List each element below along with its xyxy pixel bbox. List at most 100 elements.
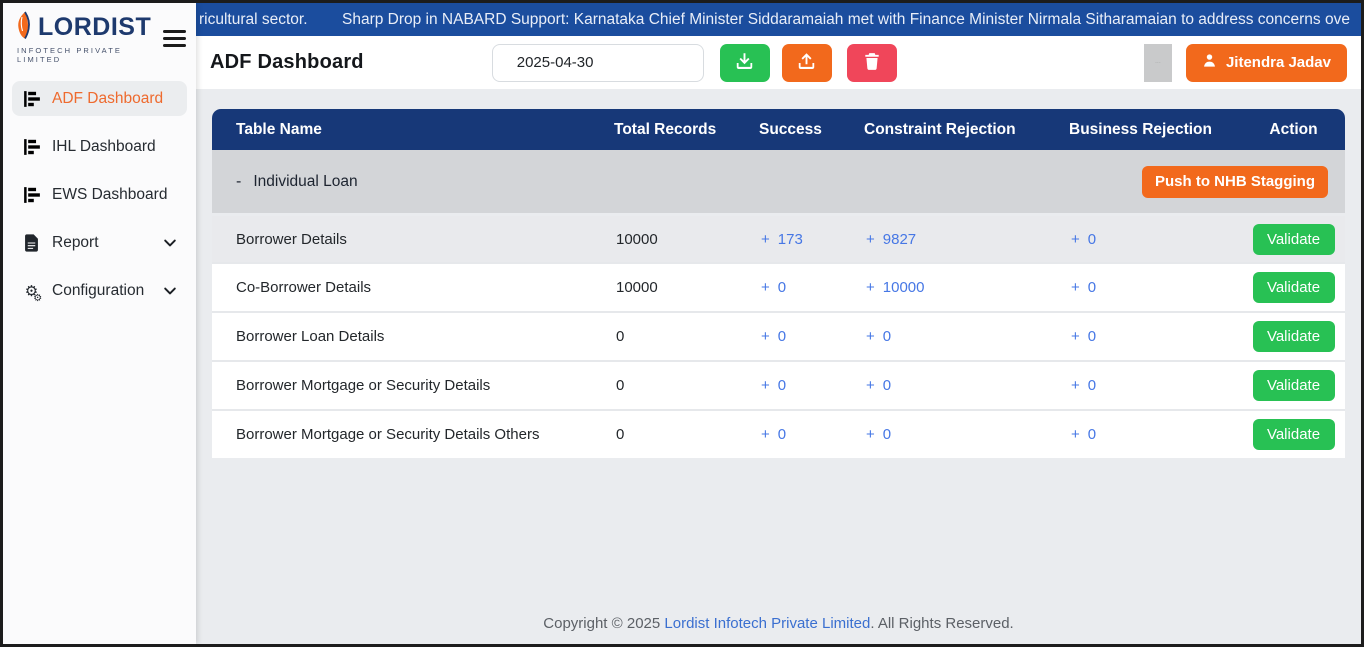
column-header-total-records: Total Records bbox=[602, 121, 747, 139]
success-count-link[interactable]: +0 bbox=[761, 377, 786, 394]
constraint-rejection-count: 0 bbox=[883, 426, 891, 443]
business-rejection-count: 0 bbox=[1088, 328, 1096, 345]
logo-subtitle: INFOTECH PRIVATE LIMITED bbox=[15, 46, 163, 64]
sidebar-item-label: ADF Dashboard bbox=[52, 90, 163, 108]
expand-plus-icon: + bbox=[761, 328, 770, 345]
success-count-link[interactable]: +173 bbox=[761, 231, 803, 248]
success-count: 0 bbox=[778, 279, 786, 296]
company-logo: LORDIST INFOTECH PRIVATE LIMITED bbox=[15, 11, 163, 64]
table-row: Borrower Details10000+173+9827+0Validate bbox=[212, 213, 1345, 262]
upload-button[interactable] bbox=[782, 44, 832, 82]
success-count: 0 bbox=[778, 377, 786, 394]
news-ticker: ricultural sector. Sharp Drop in NABARD … bbox=[196, 3, 1361, 36]
constraint-rejection-count-link[interactable]: +9827 bbox=[866, 231, 916, 248]
business-rejection-count: 0 bbox=[1088, 279, 1096, 296]
app-window: LORDIST INFOTECH PRIVATE LIMITED ADF Das… bbox=[0, 0, 1364, 647]
download-button[interactable] bbox=[720, 44, 770, 82]
expand-plus-icon: + bbox=[761, 231, 770, 248]
sidebar-item-report[interactable]: Report bbox=[12, 225, 187, 260]
sidebar-item-configuration[interactable]: ⚙⚙Configuration bbox=[12, 273, 187, 308]
topbar: ADF Dashboard bbox=[196, 36, 1361, 89]
validate-button[interactable]: Validate bbox=[1253, 419, 1335, 450]
business-rejection-count: 0 bbox=[1088, 231, 1096, 248]
constraint-rejection-count-link[interactable]: +10000 bbox=[866, 279, 924, 296]
chevron-down-icon bbox=[163, 236, 177, 250]
date-input[interactable] bbox=[492, 44, 704, 82]
delete-button[interactable] bbox=[847, 44, 897, 82]
sidebar-item-label: EWS Dashboard bbox=[52, 186, 167, 204]
success-count: 173 bbox=[778, 231, 803, 248]
cell-table-name: Borrower Mortgage or Security Details bbox=[212, 377, 602, 394]
push-to-nhb-stagging-button[interactable]: Push to NHB Stagging bbox=[1142, 166, 1328, 198]
cell-total-records: 0 bbox=[602, 426, 747, 443]
bar-chart-icon bbox=[22, 185, 41, 204]
expand-plus-icon: + bbox=[866, 426, 875, 443]
expand-plus-icon: + bbox=[1071, 279, 1080, 296]
sidebar-item-ihl-dashboard[interactable]: IHL Dashboard bbox=[12, 129, 187, 164]
sidebar-toggle-button[interactable] bbox=[163, 28, 186, 47]
sidebar-item-label: Report bbox=[52, 234, 99, 252]
cell-total-records: 10000 bbox=[602, 231, 747, 248]
file-icon bbox=[22, 233, 41, 252]
validate-button[interactable]: Validate bbox=[1253, 321, 1335, 352]
cell-total-records: 10000 bbox=[602, 279, 747, 296]
footer: Copyright © 2025 Lordist Infotech Privat… bbox=[212, 601, 1345, 644]
user-icon bbox=[1202, 53, 1217, 72]
expand-plus-icon: + bbox=[1071, 231, 1080, 248]
table-row: Borrower Mortgage or Security Details Ot… bbox=[212, 409, 1345, 458]
sidebar-item-label: IHL Dashboard bbox=[52, 138, 156, 156]
trash-icon bbox=[863, 52, 881, 74]
validate-button[interactable]: Validate bbox=[1253, 224, 1335, 255]
constraint-rejection-count: 9827 bbox=[883, 231, 916, 248]
main-area: ricultural sector. Sharp Drop in NABARD … bbox=[196, 3, 1361, 644]
footer-company-link[interactable]: Lordist Infotech Private Limited bbox=[664, 615, 870, 632]
business-rejection-count-link[interactable]: +0 bbox=[1071, 328, 1096, 345]
sidebar-item-ews-dashboard[interactable]: EWS Dashboard bbox=[12, 177, 187, 212]
business-rejection-count-link[interactable]: +0 bbox=[1071, 377, 1096, 394]
footer-copyright-suffix: . All Rights Reserved. bbox=[870, 615, 1013, 632]
business-rejection-count-link[interactable]: +0 bbox=[1071, 426, 1096, 443]
constraint-rejection-count-link[interactable]: +0 bbox=[866, 426, 891, 443]
success-count-link[interactable]: +0 bbox=[761, 279, 786, 296]
expand-plus-icon: + bbox=[866, 328, 875, 345]
user-menu-button[interactable]: Jitendra Jadav bbox=[1186, 44, 1347, 82]
validate-button[interactable]: Validate bbox=[1253, 272, 1335, 303]
validate-button[interactable]: Validate bbox=[1253, 370, 1335, 401]
business-rejection-count: 0 bbox=[1088, 377, 1096, 394]
column-header-action: Action bbox=[1242, 121, 1345, 139]
cell-table-name: Co-Borrower Details bbox=[212, 279, 602, 296]
sidebar-item-adf-dashboard[interactable]: ADF Dashboard bbox=[12, 81, 187, 116]
logo-text: LORDIST bbox=[38, 15, 151, 40]
constraint-rejection-count-link[interactable]: +0 bbox=[866, 377, 891, 394]
expand-plus-icon: + bbox=[761, 377, 770, 394]
cell-table-name: Borrower Loan Details bbox=[212, 328, 602, 345]
table-body: Borrower Details10000+173+9827+0Validate… bbox=[212, 213, 1345, 458]
expand-plus-icon: + bbox=[761, 426, 770, 443]
bar-chart-icon bbox=[22, 89, 41, 108]
constraint-rejection-count: 10000 bbox=[883, 279, 925, 296]
collapse-group-icon[interactable]: - bbox=[236, 173, 241, 191]
user-name: Jitendra Jadav bbox=[1226, 54, 1331, 71]
image-placeholder: ··· bbox=[1144, 44, 1172, 82]
success-count-link[interactable]: +0 bbox=[761, 328, 786, 345]
column-header-business-rejection: Business Rejection bbox=[1057, 121, 1242, 139]
expand-plus-icon: + bbox=[761, 279, 770, 296]
success-count: 0 bbox=[778, 328, 786, 345]
cell-table-name: Borrower Mortgage or Security Details Ot… bbox=[212, 426, 602, 443]
column-header-success: Success bbox=[747, 121, 852, 139]
expand-plus-icon: + bbox=[866, 377, 875, 394]
success-count: 0 bbox=[778, 426, 786, 443]
success-count-link[interactable]: +0 bbox=[761, 426, 786, 443]
upload-icon bbox=[797, 52, 816, 74]
sidebar-nav: ADF Dashboard IHL Dashboard EWS Dashboard R… bbox=[3, 67, 196, 335]
constraint-rejection-count: 0 bbox=[883, 328, 891, 345]
business-rejection-count-link[interactable]: +0 bbox=[1071, 231, 1096, 248]
gears-icon: ⚙⚙ bbox=[22, 281, 41, 300]
constraint-rejection-count-link[interactable]: +0 bbox=[866, 328, 891, 345]
ticker-text: ricultural sector. Sharp Drop in NABARD … bbox=[199, 11, 1350, 29]
column-header-constraint-rejection: Constraint Rejection bbox=[852, 121, 1057, 139]
download-icon bbox=[735, 52, 754, 74]
page-title: ADF Dashboard bbox=[210, 51, 364, 74]
business-rejection-count-link[interactable]: +0 bbox=[1071, 279, 1096, 296]
expand-plus-icon: + bbox=[1071, 426, 1080, 443]
